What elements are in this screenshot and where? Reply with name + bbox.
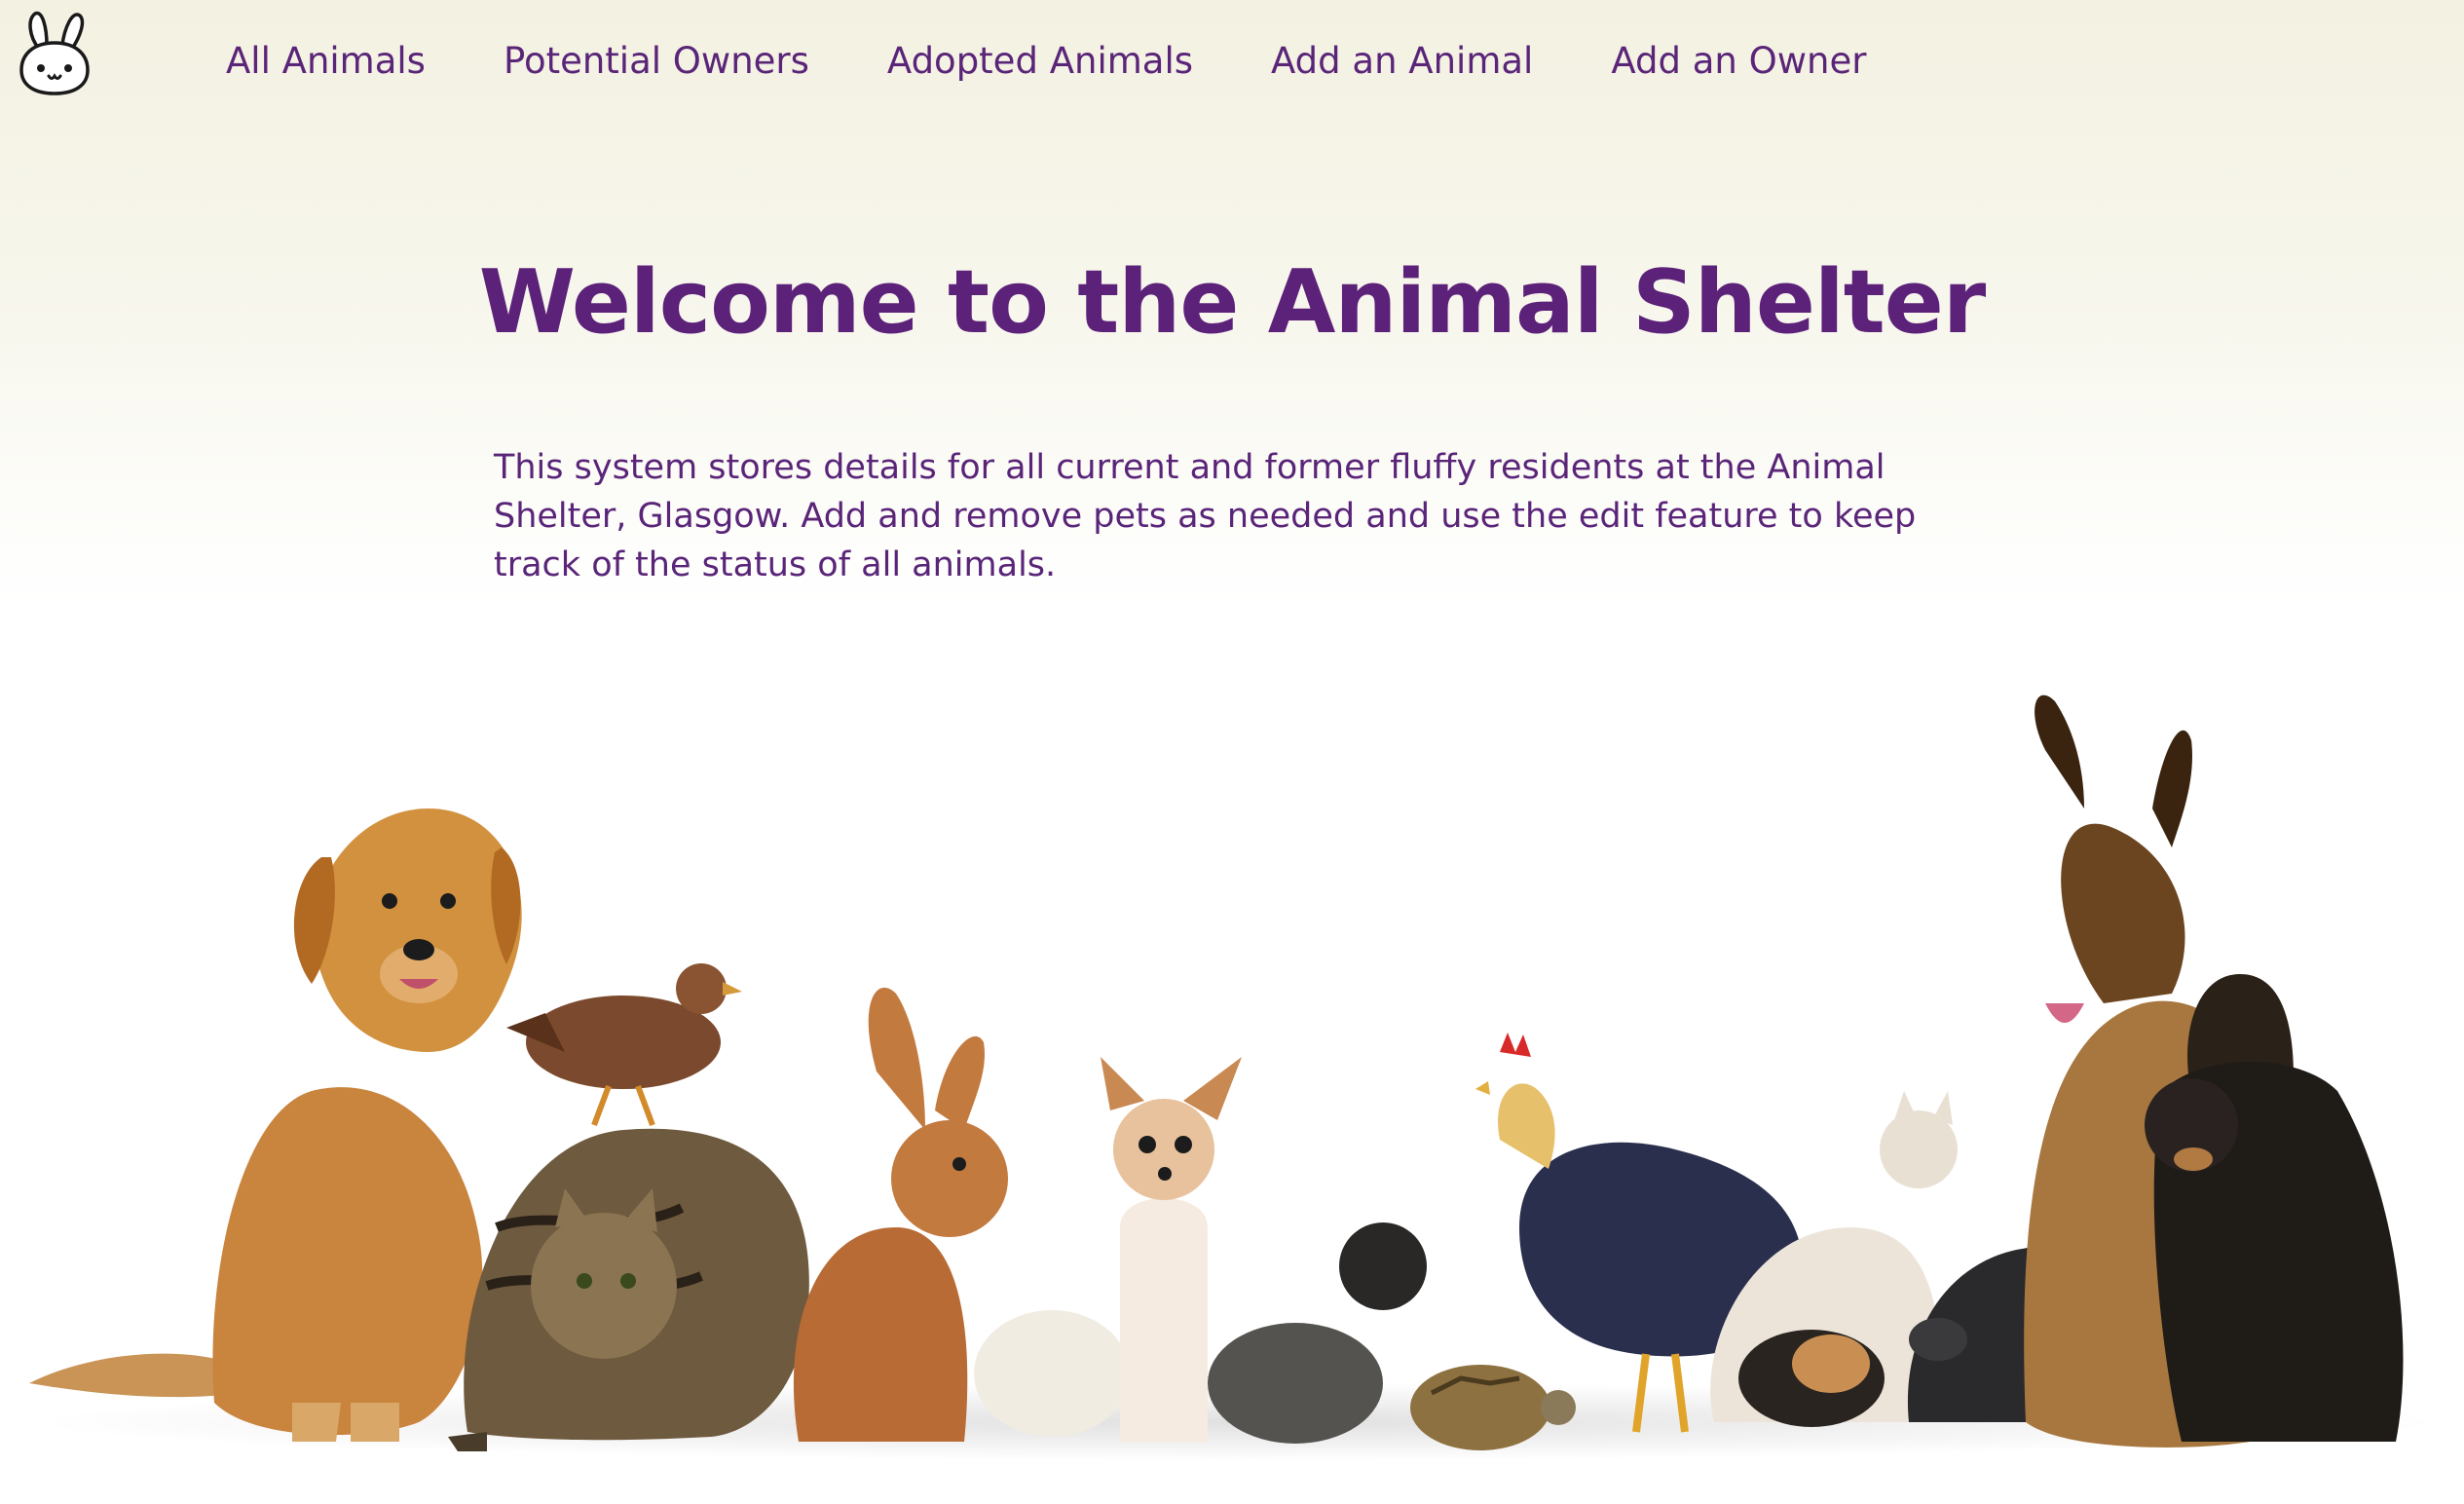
page: All Animals Potential Owners Adopted Ani… — [0, 0, 2464, 1504]
bird-icon — [506, 963, 742, 1127]
page-title: Welcome to the Animal Shelter — [478, 251, 1986, 354]
nav-add-an-animal[interactable]: Add an Animal — [1271, 40, 1533, 82]
tabby-cat-icon — [448, 1128, 809, 1451]
intro-paragraph: This system stores details for all curre… — [494, 448, 1917, 584]
german-shepherd-icon — [2024, 695, 2404, 1448]
nav-adopted-animals[interactable]: Adopted Animals — [887, 40, 1193, 82]
nav-potential-owners[interactable]: Potential Owners — [504, 40, 809, 82]
nav-add-an-owner[interactable]: Add an Owner — [1611, 40, 1866, 82]
main-nav: All Animals Potential Owners Adopted Ani… — [226, 0, 1944, 121]
guinea-pig-icon — [1738, 1330, 1885, 1427]
animals-group-image — [29, 695, 2445, 1461]
golden-retriever-icon — [29, 808, 522, 1442]
bunny-logo-icon[interactable] — [14, 8, 95, 97]
white-silkie-chicken-icon — [974, 1310, 1130, 1437]
nav-all-animals[interactable]: All Animals — [226, 40, 426, 82]
